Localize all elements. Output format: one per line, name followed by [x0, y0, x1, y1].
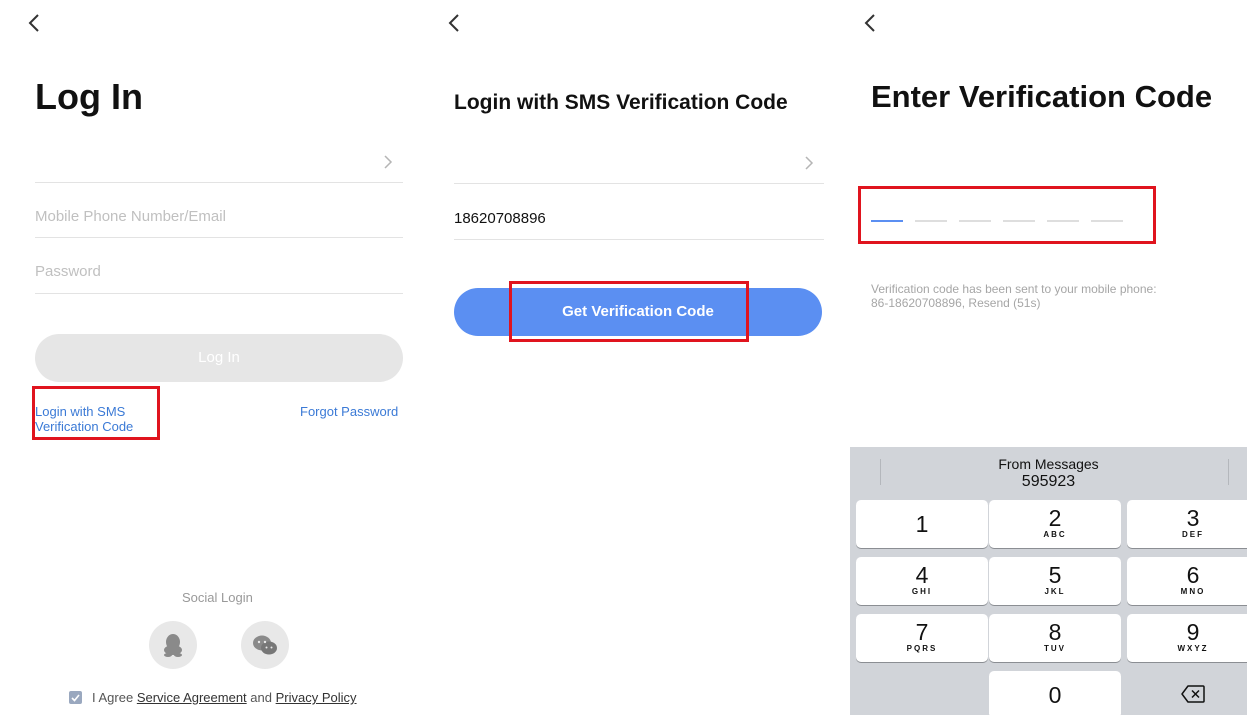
page-title: Login with SMS Verification Code	[454, 91, 788, 114]
key-letters: WXYZ	[1177, 644, 1209, 653]
key-7[interactable]: 7 PQRS	[856, 614, 988, 662]
agreement-row: I Agree Service Agreement and Privacy Po…	[69, 690, 357, 705]
region-field-underline	[35, 182, 403, 183]
key-8[interactable]: 8 TUV	[989, 614, 1121, 662]
key-number: 2	[1048, 505, 1062, 531]
forgot-password-link[interactable]: Forgot Password	[300, 404, 398, 419]
agree-prefix: I Agree	[92, 690, 134, 705]
highlight-box	[509, 281, 749, 342]
key-9[interactable]: 9 WXYZ	[1127, 614, 1247, 662]
key-letters: ABC	[1043, 530, 1067, 539]
social-login-title: Social Login	[182, 590, 253, 605]
key-number: 3	[1186, 505, 1200, 531]
sms-login-screen: Login with SMS Verification Code 1862070…	[430, 0, 840, 715]
key-number: 7	[915, 619, 929, 645]
privacy-policy-link[interactable]: Privacy Policy	[276, 690, 357, 705]
highlight-box	[32, 386, 160, 440]
delete-key[interactable]	[1127, 671, 1247, 715]
login-screen: Log In Mobile Phone Number/Email Passwor…	[0, 0, 420, 715]
key-number: 9	[1186, 619, 1200, 645]
password-field-underline	[35, 293, 403, 294]
code-slot[interactable]	[915, 220, 947, 222]
phone-field-underline	[35, 237, 403, 238]
code-slot[interactable]	[871, 220, 903, 222]
key-6[interactable]: 6 MNO	[1127, 557, 1247, 605]
phone-input[interactable]: 18620708896	[454, 210, 546, 227]
backspace-icon	[1127, 671, 1247, 703]
empty-key	[856, 671, 988, 715]
chevron-right-icon[interactable]	[804, 155, 814, 176]
agree-and: and	[250, 690, 272, 705]
key-number: 8	[1048, 619, 1062, 645]
key-number: 1	[915, 511, 929, 537]
code-slot[interactable]	[1003, 220, 1035, 222]
page-title: Enter Verification Code	[871, 79, 1213, 114]
key-number: 5	[1048, 562, 1062, 588]
highlight-box	[858, 186, 1156, 244]
back-chevron-icon[interactable]	[863, 12, 877, 34]
wechat-icon[interactable]	[241, 621, 289, 669]
key-3[interactable]: 3 DEF	[1127, 500, 1247, 548]
code-slot[interactable]	[1091, 220, 1123, 222]
key-5[interactable]: 5 JKL	[989, 557, 1121, 605]
phone-email-input[interactable]: Mobile Phone Number/Email	[35, 208, 226, 225]
back-chevron-icon[interactable]	[27, 12, 41, 34]
key-2[interactable]: 2 ABC	[989, 500, 1121, 548]
suggestion-label: From Messages	[998, 456, 1099, 472]
key-letters: PQRS	[906, 644, 938, 653]
region-field-underline	[454, 183, 824, 184]
sent-hint-line1: Verification code has been sent to your …	[871, 282, 1157, 296]
service-agreement-link[interactable]: Service Agreement	[137, 690, 247, 705]
key-letters: JKL	[1044, 587, 1066, 596]
password-input[interactable]: Password	[35, 263, 101, 280]
key-number: 6	[1186, 562, 1200, 588]
numeric-keyboard: From Messages 595923 1 2 ABC 3 DEF 4 GHI…	[850, 447, 1247, 715]
sent-hint-line2[interactable]: 86-18620708896, Resend (51s)	[871, 296, 1040, 310]
page-title: Log In	[35, 76, 143, 117]
key-0[interactable]: 0	[989, 671, 1121, 715]
sms-code-suggestion[interactable]: From Messages 595923	[850, 447, 1247, 497]
key-number: 0	[1048, 682, 1062, 708]
code-slot[interactable]	[959, 220, 991, 222]
key-letters: GHI	[911, 587, 933, 596]
back-chevron-icon[interactable]	[447, 12, 461, 34]
code-slot[interactable]	[1047, 220, 1079, 222]
login-button[interactable]: Log In	[35, 334, 403, 382]
phone-field-underline	[454, 239, 824, 240]
qq-icon[interactable]	[149, 621, 197, 669]
key-letters: DEF	[1182, 530, 1204, 539]
key-letters: MNO	[1180, 587, 1206, 596]
suggestion-code: 595923	[1021, 473, 1076, 490]
key-4[interactable]: 4 GHI	[856, 557, 988, 605]
agree-checkbox[interactable]	[69, 691, 82, 704]
key-letters: TUV	[1044, 644, 1066, 653]
key-number: 4	[915, 562, 929, 588]
chevron-right-icon[interactable]	[383, 154, 393, 175]
key-1[interactable]: 1	[856, 500, 988, 548]
